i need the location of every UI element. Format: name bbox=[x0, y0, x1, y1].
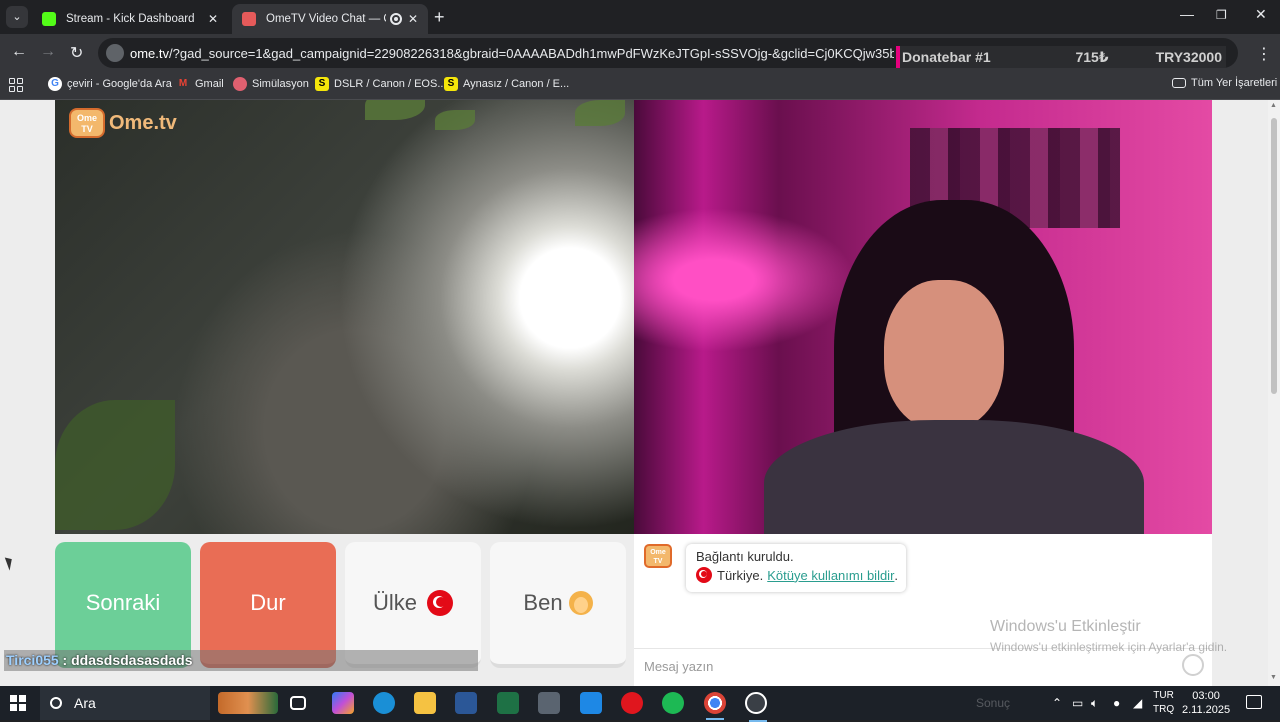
calculator-icon[interactable] bbox=[538, 692, 560, 714]
close-icon[interactable]: ✕ bbox=[208, 12, 218, 26]
copilot-icon[interactable] bbox=[332, 692, 354, 714]
scroll-thumb[interactable] bbox=[1271, 118, 1277, 394]
bookmark-item[interactable]: G çeviri - Google'da Ara bbox=[48, 77, 172, 91]
tab-title: OmeTV Video Chat — Ome bbox=[266, 13, 386, 25]
window-close-icon[interactable]: ✕ bbox=[1255, 6, 1267, 23]
chevron-up-icon[interactable]: ⌃ bbox=[1052, 696, 1062, 710]
local-video: Ome TV Ome.tv bbox=[55, 100, 634, 534]
country-text: Türkiye. bbox=[717, 567, 764, 583]
folder-icon bbox=[1172, 78, 1186, 88]
bookmark-item[interactable]: S DSLR / Canon / EOS... bbox=[315, 77, 447, 91]
notification-icon[interactable] bbox=[1246, 695, 1262, 709]
reload-icon[interactable]: ↻ bbox=[70, 43, 83, 63]
word-icon[interactable] bbox=[455, 692, 477, 714]
weather-widget-icon[interactable] bbox=[218, 692, 278, 714]
tab-kick-dashboard[interactable]: Stream - Kick Dashboard ✕ bbox=[32, 4, 228, 34]
donate-overlay: Donatebar #1 715₺ TRY32000 bbox=[896, 46, 1226, 68]
emoji-icon[interactable] bbox=[1182, 654, 1204, 676]
page-scrollbar[interactable]: ▲ ▼ bbox=[1268, 100, 1280, 686]
logo-tv-icon: Ome TV bbox=[69, 108, 105, 138]
tab-strip: ⌄ Stream - Kick Dashboard ✕ OmeTV Video … bbox=[0, 0, 1280, 34]
google-icon: G bbox=[48, 77, 62, 91]
restore-icon[interactable]: ❐ bbox=[1216, 8, 1227, 22]
turkey-flag-icon bbox=[427, 590, 453, 616]
taskbar-search[interactable]: Ara bbox=[40, 686, 210, 720]
kick-icon bbox=[42, 12, 56, 26]
system-clock[interactable]: 03:00 2.11.2025 bbox=[1182, 689, 1230, 717]
windows-taskbar: Ara Sonuç ⌃ ▭ 🔈︎ ● ◢ TUR TRQ 03:00 2.11.… bbox=[0, 686, 1280, 722]
back-icon[interactable]: ← bbox=[11, 43, 27, 61]
me-button[interactable]: Ben bbox=[490, 542, 626, 668]
edge-icon[interactable] bbox=[373, 692, 395, 714]
forward-icon[interactable]: → bbox=[40, 43, 56, 61]
windows-activation-watermark: Windows'u Etkinleştir Windows'u etkinleş… bbox=[990, 618, 1228, 654]
opera-icon[interactable] bbox=[621, 692, 643, 714]
bookmark-item[interactable]: Simülasyon bbox=[233, 77, 309, 91]
s-icon: S bbox=[315, 77, 329, 91]
file-explorer-icon[interactable] bbox=[414, 692, 436, 714]
bookmark-item[interactable]: S Aynasız / Canon / E... bbox=[444, 77, 569, 91]
s-icon: S bbox=[444, 77, 458, 91]
tab-title: Stream - Kick Dashboard bbox=[66, 13, 195, 25]
windows-start-icon[interactable] bbox=[10, 695, 26, 711]
system-message: Bağlantı kuruldu. Türkiye. Kötüye kullan… bbox=[686, 544, 906, 592]
connected-text: Bağlantı kuruldu. bbox=[696, 549, 794, 564]
logo-text: Ome.tv bbox=[109, 111, 177, 134]
globe-icon bbox=[233, 77, 247, 91]
remote-video bbox=[634, 100, 1212, 534]
spotify-icon[interactable] bbox=[662, 692, 684, 714]
obs-icon[interactable] bbox=[745, 692, 767, 722]
app-icon[interactable] bbox=[580, 692, 602, 714]
chrome-icon[interactable] bbox=[704, 692, 726, 720]
task-view-icon[interactable] bbox=[290, 696, 306, 710]
all-bookmarks[interactable]: Tüm Yer İşaretleri bbox=[1172, 77, 1277, 89]
bookmarks-bar: G çeviri - Google'da Ara M Gmail Simülas… bbox=[0, 72, 1280, 100]
url-text[interactable]: ome.tv/?gad_source=1&gad_campaignid=2290… bbox=[130, 46, 894, 61]
minimize-icon[interactable]: — bbox=[1180, 6, 1194, 22]
turkey-flag-icon bbox=[696, 567, 712, 583]
close-icon[interactable]: ✕ bbox=[408, 12, 418, 26]
ometv-avatar-icon: Ome TV bbox=[644, 544, 672, 568]
site-info-icon[interactable] bbox=[106, 44, 124, 62]
bookmark-item[interactable]: M Gmail bbox=[176, 77, 224, 91]
ometv-icon bbox=[242, 12, 256, 26]
volume-icon[interactable]: 🔈︎ bbox=[1091, 696, 1098, 711]
stream-chat-message: Tirci055 : ddasdsdasasdads bbox=[6, 652, 193, 668]
apps-icon[interactable] bbox=[9, 78, 23, 92]
chat-panel: Ome TV Bağlantı kuruldu. Türkiye. Kötüye… bbox=[634, 534, 1212, 686]
ometv-page: Ome TV Ome.tv Sonraki Dur Ülke Ben Ome T… bbox=[0, 100, 1268, 686]
gmail-icon: M bbox=[178, 78, 188, 89]
battery-icon[interactable]: ▭ bbox=[1072, 696, 1083, 710]
microphone-icon[interactable]: ● bbox=[1113, 696, 1120, 710]
wifi-icon[interactable]: ◢ bbox=[1133, 696, 1142, 710]
recording-icon bbox=[389, 13, 402, 25]
new-tab-icon[interactable]: + bbox=[434, 7, 445, 28]
language-indicator[interactable]: TUR TRQ bbox=[1153, 689, 1174, 717]
excel-icon[interactable] bbox=[497, 692, 519, 714]
tab-ometv[interactable]: OmeTV Video Chat — Ome ✕ bbox=[232, 4, 428, 34]
donate-name: Donatebar #1 bbox=[902, 49, 991, 65]
search-icon bbox=[50, 697, 62, 709]
donate-amount: 715₺ bbox=[1075, 48, 1109, 65]
woman-emoji-icon bbox=[568, 591, 593, 615]
ometv-logo: Ome TV Ome.tv bbox=[69, 108, 177, 138]
mouse-cursor-icon bbox=[4, 555, 16, 571]
tab-search-button[interactable]: ⌄ bbox=[6, 6, 28, 28]
donate-goal: TRY32000 bbox=[1155, 49, 1222, 65]
report-abuse-link[interactable]: Kötüye kullanımı bildir bbox=[767, 568, 894, 583]
menu-icon[interactable]: ⋮ bbox=[1256, 44, 1272, 64]
browser-toolbar: ← → ↻ ome.tv/?gad_source=1&gad_campaigni… bbox=[0, 34, 1280, 72]
